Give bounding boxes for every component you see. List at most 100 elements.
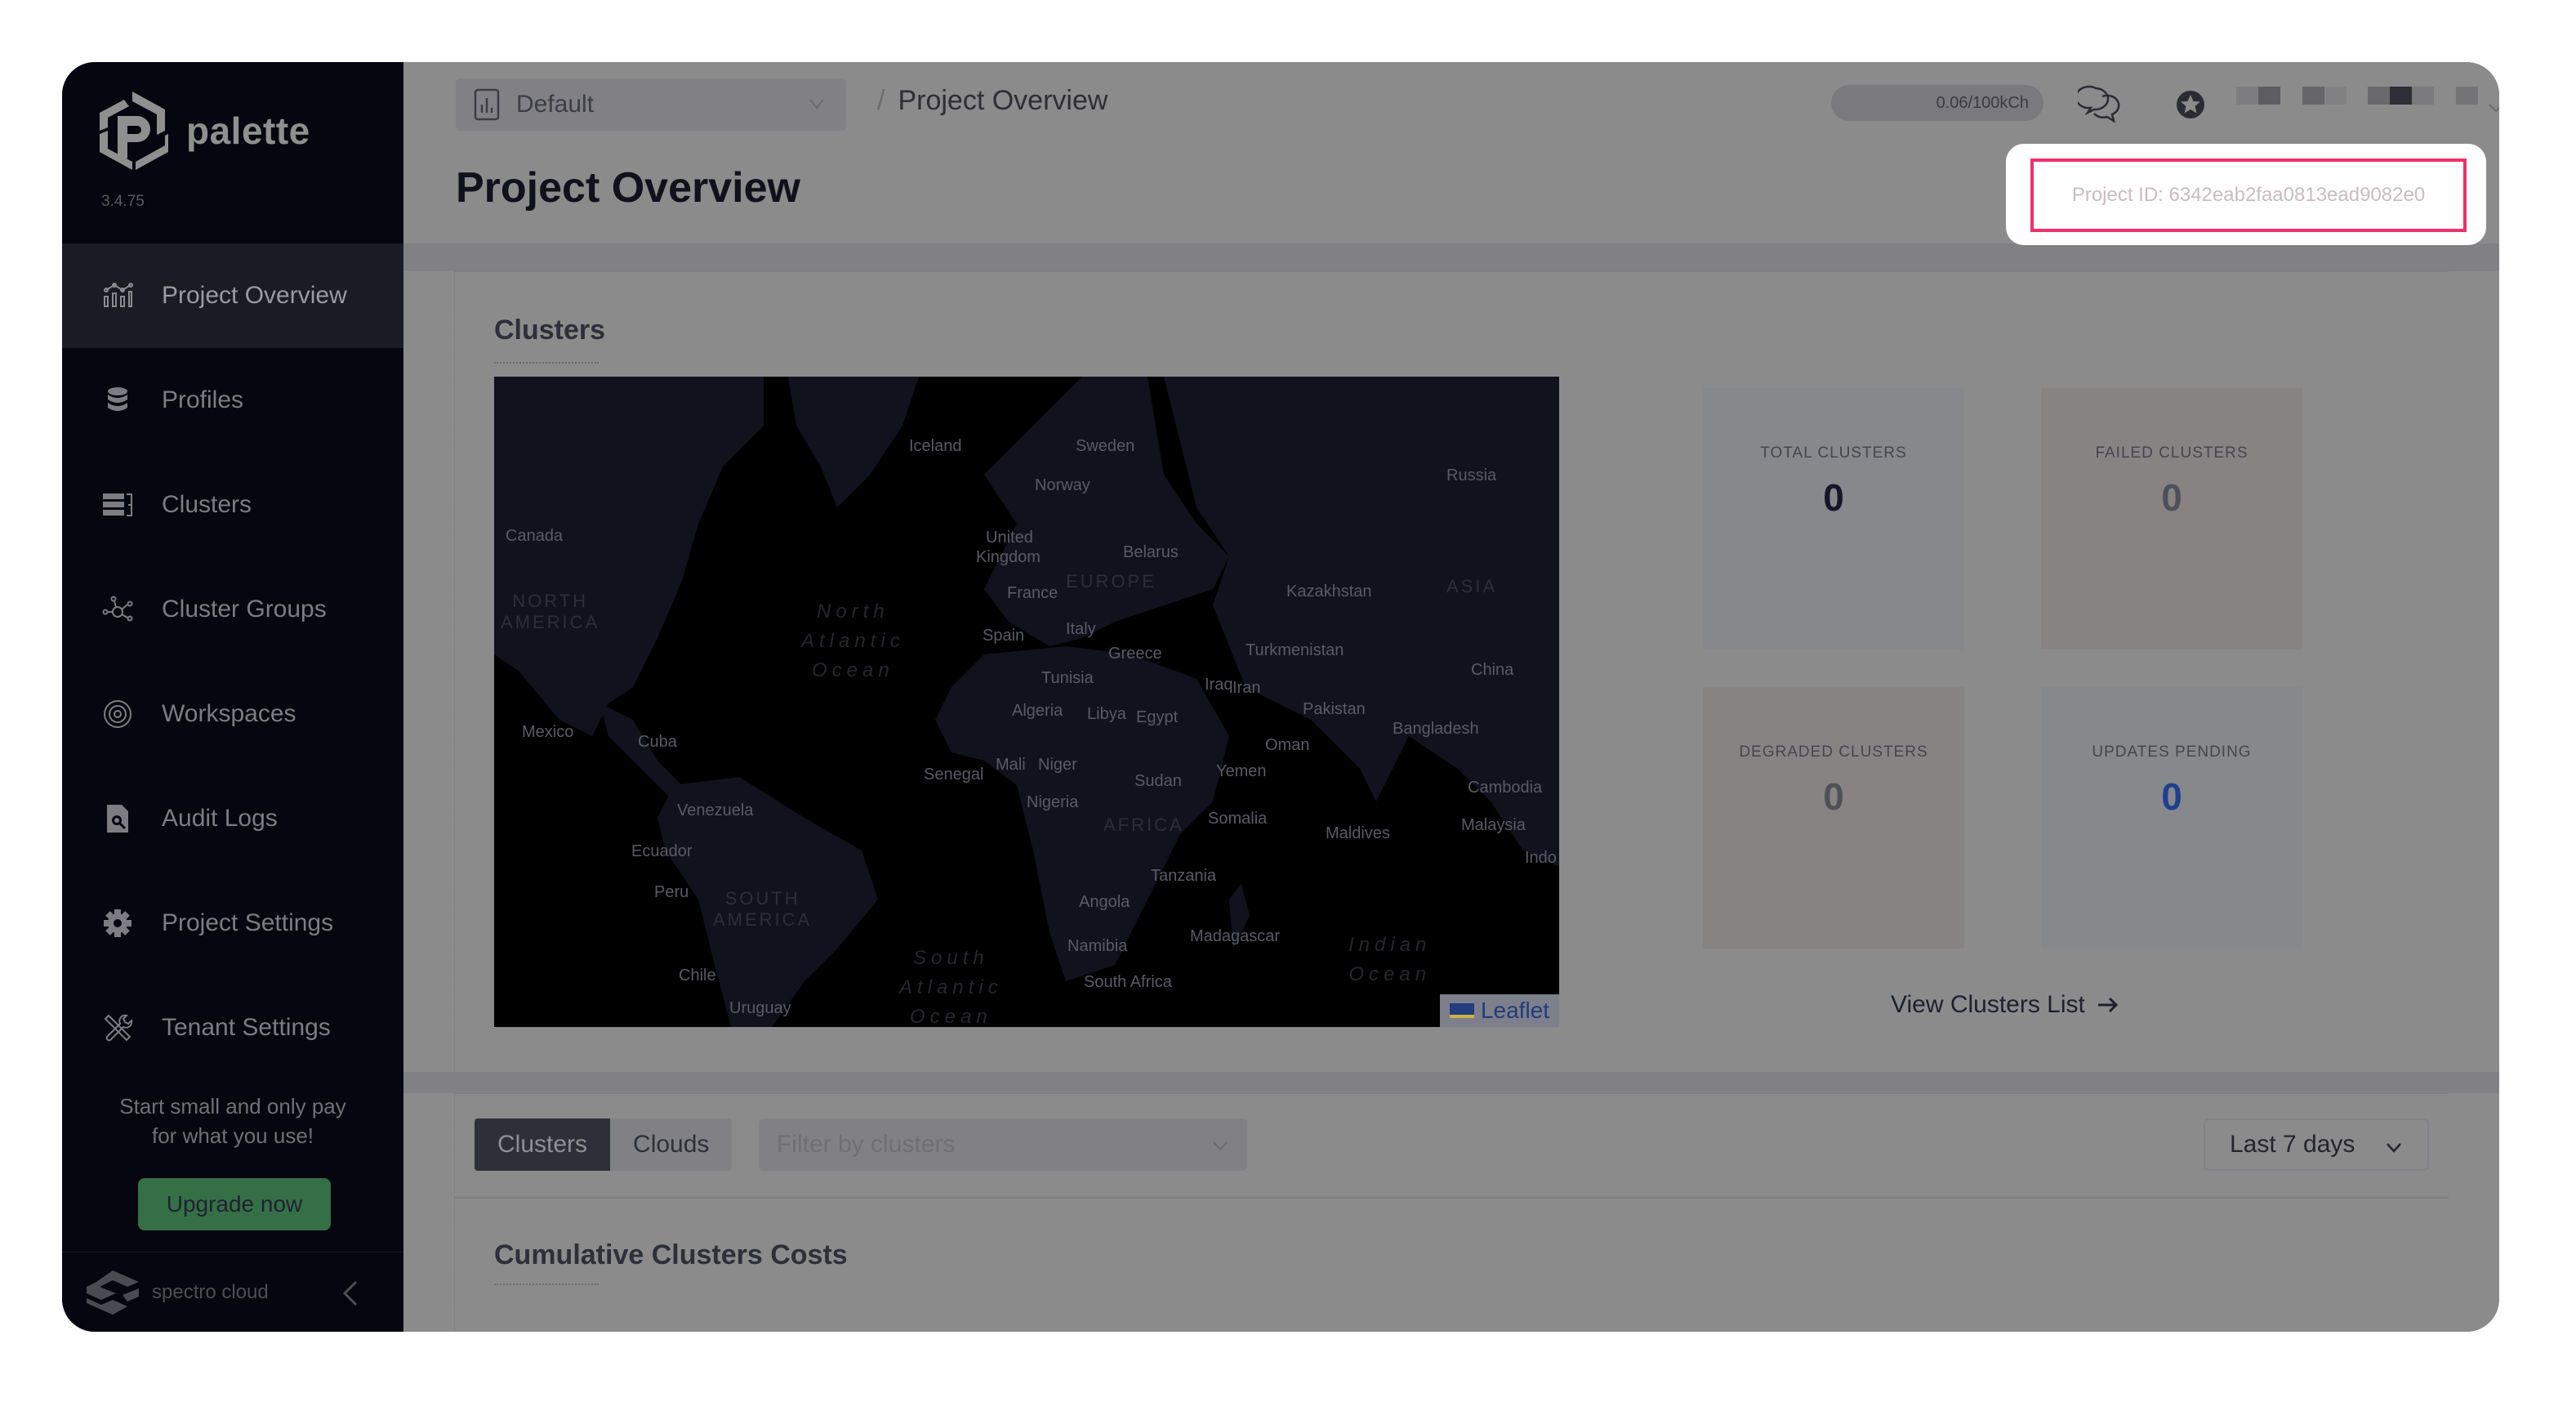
map-region-label: NORTH AMERICA bbox=[501, 591, 600, 632]
project-selector[interactable]: Default bbox=[456, 78, 846, 131]
map-country-label: Venezuela bbox=[677, 801, 754, 819]
server-rack-icon bbox=[101, 489, 134, 521]
breadcrumb-current: Project Overview bbox=[898, 85, 1108, 116]
map-country-label: Namibia bbox=[1067, 937, 1128, 955]
brand-name: palette bbox=[186, 109, 310, 152]
map-country-label: Sweden bbox=[1076, 437, 1135, 455]
leaflet-attribution[interactable]: Leaflet bbox=[1440, 994, 1559, 1027]
view-clusters-list-label: View Clusters List bbox=[1891, 991, 2085, 1018]
star-badge-icon[interactable] bbox=[2176, 90, 2205, 119]
map-country-label: Cambodia bbox=[1468, 779, 1543, 797]
project-id[interactable]: Project ID: 6342eab2faa0813ead9082e0 bbox=[2030, 159, 2467, 232]
stat-label: TOTAL CLUSTERS bbox=[1760, 444, 1907, 462]
divider bbox=[455, 1197, 2449, 1199]
sidebar-nav: Project Overview Profiles Clusters Clust… bbox=[62, 243, 403, 1080]
map-region-label: AFRICA bbox=[1103, 815, 1184, 835]
tab-clouds[interactable]: Clouds bbox=[610, 1118, 733, 1171]
sidebar-item-workspaces[interactable]: Workspaces bbox=[62, 662, 403, 766]
map-country-label: Mali bbox=[996, 756, 1026, 774]
map-country-label: Bangladesh bbox=[1393, 720, 1479, 738]
clusters-title: Clusters bbox=[494, 315, 606, 346]
map-country-label: Tunisia bbox=[1041, 669, 1094, 687]
spectro-cloud-logo-icon bbox=[87, 1270, 139, 1315]
title-underline bbox=[494, 362, 599, 364]
sidebar-item-cluster-groups[interactable]: Cluster Groups bbox=[62, 557, 403, 662]
map-country-label: Chile bbox=[679, 967, 716, 985]
date-range-value: Last 7 days bbox=[2230, 1131, 2355, 1158]
map-region-label: ASIA bbox=[1446, 576, 1498, 596]
usage-meter[interactable]: 0.06/100kCh bbox=[1831, 85, 2043, 121]
map-country-label: Egypt bbox=[1136, 708, 1179, 726]
stat-value: 0 bbox=[1823, 775, 1844, 818]
date-range-select[interactable]: Last 7 days bbox=[2204, 1118, 2429, 1171]
map-country-label: Algeria bbox=[1012, 702, 1063, 720]
chat-icon[interactable] bbox=[2078, 83, 2122, 127]
breadcrumb: / Project Overview bbox=[877, 85, 1108, 117]
user-menu[interactable] bbox=[2236, 87, 2478, 105]
sidebar-item-label: Tenant Settings bbox=[162, 1014, 331, 1041]
breadcrumb-separator: / bbox=[877, 85, 885, 116]
leaflet-label: Leaflet bbox=[1480, 998, 1550, 1023]
map-country-label: Spain bbox=[983, 627, 1025, 645]
map-region-label: EUROPE bbox=[1066, 571, 1157, 592]
gear-icon bbox=[101, 907, 134, 940]
sidebar-item-label: Clusters bbox=[162, 491, 252, 518]
stat-value: 0 bbox=[1823, 476, 1844, 519]
sidebar-item-project-settings[interactable]: Project Settings bbox=[62, 871, 403, 976]
map-country-label: Libya bbox=[1087, 705, 1126, 723]
map-country-label: South Africa bbox=[1084, 973, 1172, 991]
section-band bbox=[403, 243, 2499, 271]
project-id-callout: Project ID: 6342eab2faa0813ead9082e0 bbox=[2006, 144, 2486, 245]
brand-logo[interactable]: palette bbox=[100, 92, 310, 170]
promo-line-2: for what you use! bbox=[152, 1123, 314, 1148]
map-country-label: Turkmenistan bbox=[1246, 641, 1344, 659]
sidebar-item-clusters[interactable]: Clusters bbox=[62, 453, 403, 557]
map-country-label: Kingdom bbox=[976, 548, 1041, 566]
map-country-label: Senegal bbox=[924, 766, 984, 784]
sidebar-item-profiles[interactable]: Profiles bbox=[62, 348, 403, 453]
app-version: 3.4.75 bbox=[101, 193, 145, 210]
view-clusters-list-link[interactable]: View Clusters List bbox=[1891, 991, 2119, 1019]
sidebar-item-label: Project Settings bbox=[162, 909, 334, 936]
map-country-label: Italy bbox=[1066, 620, 1096, 638]
costs-view-toggle: Clusters Clouds bbox=[475, 1118, 733, 1171]
filter-by-clusters-select[interactable]: Filter by clusters bbox=[759, 1118, 1247, 1171]
map-country-label: Uruguay bbox=[729, 999, 791, 1017]
sidebar: palette 3.4.75 Project Overview Profiles… bbox=[62, 62, 403, 1332]
sidebar-footer: spectro cloud bbox=[62, 1252, 403, 1332]
flag-icon bbox=[1449, 1003, 1474, 1018]
stat-value: 0 bbox=[2161, 476, 2182, 519]
map-country-label: Kazakhstan bbox=[1286, 583, 1372, 601]
sidebar-item-label: Cluster Groups bbox=[162, 596, 327, 623]
map-country-label: Iraq bbox=[1205, 676, 1233, 694]
stat-value: 0 bbox=[2161, 775, 2182, 818]
upgrade-now-button[interactable]: Upgrade now bbox=[138, 1178, 331, 1230]
map-country-label: Niger bbox=[1038, 756, 1077, 774]
clusters-panel: Clusters NORTH AMERICA EUROPE ASIA AFRIC… bbox=[454, 271, 2449, 1072]
chevron-down-icon[interactable] bbox=[2486, 98, 2499, 118]
sidebar-item-label: Workspaces bbox=[162, 700, 296, 727]
sidebar-item-tenant-settings[interactable]: Tenant Settings bbox=[62, 976, 403, 1080]
sidebar-item-audit-logs[interactable]: Audit Logs bbox=[62, 766, 403, 871]
map-country-label: Russia bbox=[1446, 467, 1497, 484]
main-content: Default / Project Overview 0.06/100kCh P… bbox=[403, 62, 2499, 1332]
title-underline bbox=[494, 1284, 599, 1285]
stat-card-updates-pending: UPDATES PENDING 0 bbox=[2041, 687, 2302, 949]
project-chart-icon bbox=[474, 88, 500, 121]
stat-label: DEGRADED CLUSTERS bbox=[1739, 743, 1928, 761]
concentric-circles-icon bbox=[101, 698, 134, 730]
map-country-label: Norway bbox=[1035, 476, 1090, 494]
clusters-map[interactable]: NORTH AMERICA EUROPE ASIA AFRICA SOUTH AME… bbox=[494, 377, 1559, 1027]
network-nodes-icon bbox=[101, 593, 134, 626]
map-country-label: Somalia bbox=[1208, 810, 1268, 828]
app-window: palette 3.4.75 Project Overview Profiles… bbox=[62, 62, 2499, 1332]
file-search-icon bbox=[101, 802, 134, 835]
map-ocean-label: South Atlantic Ocean bbox=[899, 947, 1003, 1027]
chevron-down-icon bbox=[2387, 1143, 2401, 1153]
map-country-label: Peru bbox=[654, 883, 689, 901]
promo-line-1: Start small and only pay bbox=[119, 1094, 346, 1118]
map-country-label: Pakistan bbox=[1303, 700, 1366, 718]
collapse-sidebar-icon[interactable] bbox=[338, 1277, 363, 1310]
tab-clusters[interactable]: Clusters bbox=[475, 1118, 611, 1171]
sidebar-item-project-overview[interactable]: Project Overview bbox=[62, 243, 403, 348]
